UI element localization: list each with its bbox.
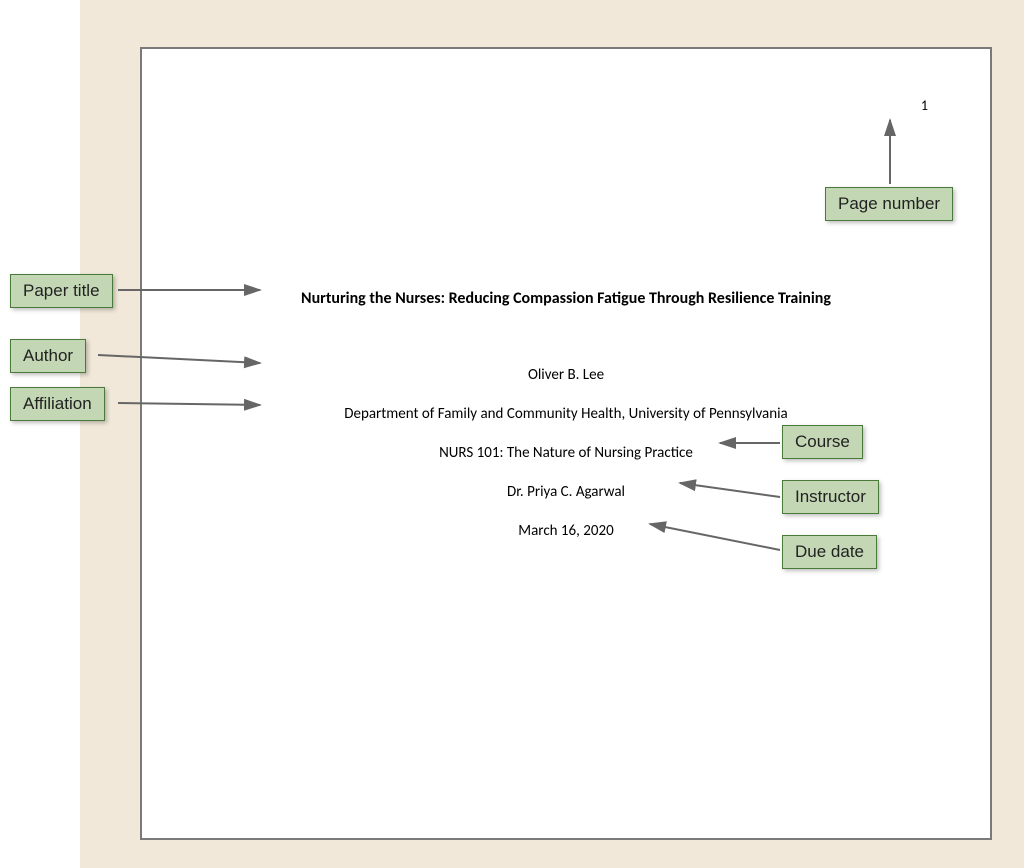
label-instructor: Instructor — [782, 480, 879, 514]
label-due-date: Due date — [782, 535, 877, 569]
label-page-number: Page number — [825, 187, 953, 221]
label-affiliation: Affiliation — [10, 387, 105, 421]
page-number: 1 — [921, 97, 928, 114]
author-text: Oliver B. Lee — [142, 366, 990, 384]
paper-page: 1 Nurturing the Nurses: Reducing Compass… — [140, 47, 992, 840]
left-gutter — [0, 0, 80, 868]
paper-title-text: Nurturing the Nurses: Reducing Compassio… — [142, 289, 990, 308]
label-course: Course — [782, 425, 863, 459]
label-paper-title: Paper title — [10, 274, 113, 308]
affiliation-text: Department of Family and Community Healt… — [142, 405, 990, 423]
label-author: Author — [10, 339, 86, 373]
